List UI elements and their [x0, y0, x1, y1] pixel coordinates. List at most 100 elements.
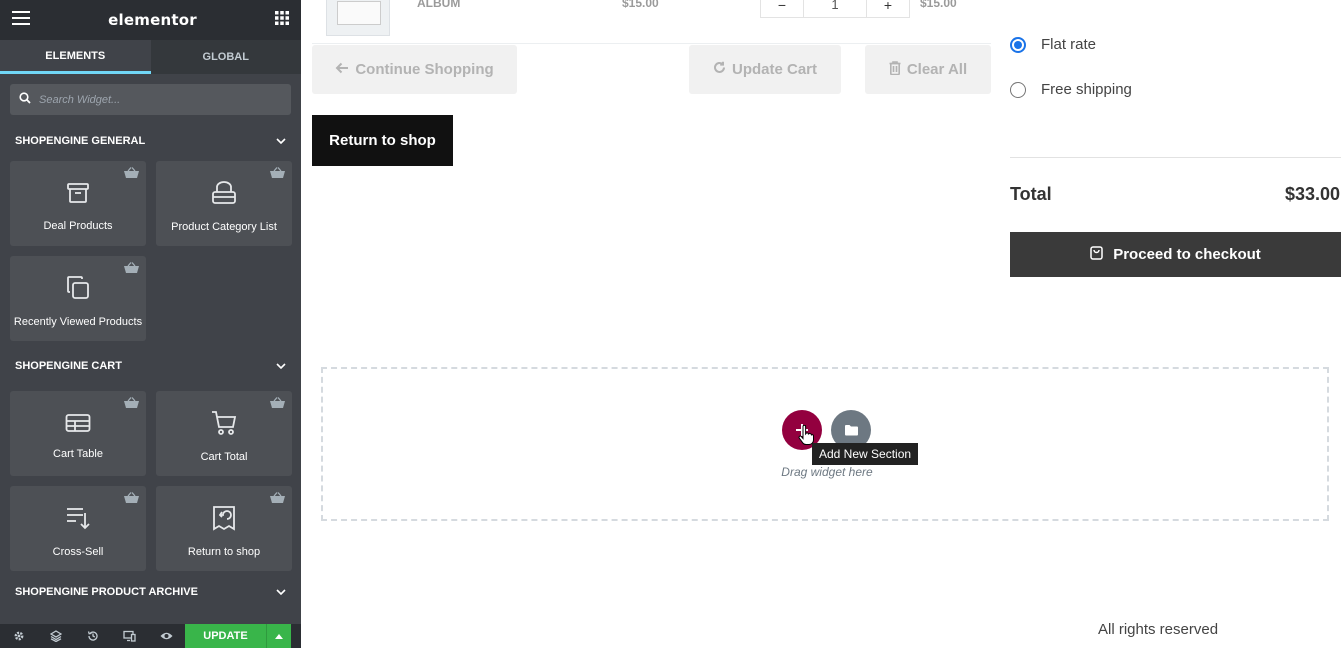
- shipping-option-free-shipping[interactable]: Free shipping: [1010, 67, 1132, 112]
- add-section-dropzone[interactable]: Drag widget here Add New Section: [321, 367, 1329, 521]
- widget-product-category-list[interactable]: Product Category List: [156, 161, 292, 246]
- shopping-cart-icon: [211, 410, 237, 441]
- product-subtotal: $15.00: [920, 0, 957, 10]
- category-label: SHOPENGINE GENERAL: [15, 135, 146, 147]
- widget-cart-table[interactable]: Cart Table: [10, 391, 146, 476]
- caret-up-icon[interactable]: [266, 624, 291, 648]
- widget-recently-viewed-products[interactable]: Recently Viewed Products: [10, 256, 146, 341]
- history-icon[interactable]: [74, 624, 111, 648]
- cart-table-row: ALBUM $15.00 − 1 + $15.00: [312, 0, 991, 44]
- pro-basket-icon: [123, 166, 140, 184]
- archive-box-icon: [66, 181, 90, 210]
- preview-canvas: ALBUM $15.00 − 1 + $15.00 Continue Shopp…: [301, 0, 1341, 648]
- general-widgets-grid: Deal Products Product Category List Rece…: [0, 161, 301, 341]
- product-price: $15.00: [622, 0, 659, 10]
- app: elementor ELEMENTS GLOBAL Search Widget.…: [0, 0, 1341, 648]
- widget-label: Cart Total: [200, 451, 248, 463]
- total-label: Total: [1010, 184, 1052, 204]
- tab-global[interactable]: GLOBAL: [151, 40, 302, 74]
- update-cart-label: Update Cart: [731, 61, 817, 78]
- update-button[interactable]: UPDATE: [185, 624, 266, 648]
- pro-basket-icon: [123, 396, 140, 414]
- panel-tabs: ELEMENTS GLOBAL: [0, 40, 301, 74]
- chevron-down-icon: [276, 586, 286, 598]
- radio-checked[interactable]: [1010, 36, 1026, 53]
- widget-label: Product Category List: [171, 221, 277, 233]
- search-icon: [19, 91, 31, 109]
- clear-all-label: Clear All: [906, 61, 968, 78]
- widget-label: Deal Products: [43, 220, 113, 232]
- shipping-label: Flat rate: [1041, 36, 1097, 53]
- category-shopengine-general[interactable]: SHOPENGINE GENERAL: [0, 125, 301, 157]
- shipping-label: Free shipping: [1041, 81, 1132, 98]
- pro-basket-icon: [269, 166, 286, 184]
- category-label: SHOPENGINE PRODUCT ARCHIVE: [15, 586, 198, 598]
- continue-shopping-label: Continue Shopping: [355, 61, 494, 78]
- folder-icon: [844, 425, 858, 436]
- pro-basket-icon: [269, 396, 286, 414]
- pro-basket-icon: [269, 491, 286, 509]
- widgets-grid-icon[interactable]: [275, 10, 289, 30]
- responsive-mode-icon[interactable]: [111, 624, 148, 648]
- widget-label: Cart Table: [53, 448, 103, 460]
- category-shopengine-cart[interactable]: SHOPENGINE CART: [0, 350, 301, 382]
- refresh-icon: [713, 61, 726, 78]
- hand-pointer-cursor-icon: [798, 424, 814, 450]
- qty-plus-button[interactable]: +: [866, 0, 910, 18]
- stacked-boxes-icon: [211, 180, 237, 211]
- hamburger-menu-icon[interactable]: [12, 10, 30, 30]
- category-shopengine-product-archive[interactable]: SHOPENGINE PRODUCT ARCHIVE: [0, 576, 301, 608]
- sort-list-icon: [65, 505, 91, 536]
- trash-icon: [889, 60, 901, 79]
- return-to-shop-button[interactable]: Return to shop: [312, 115, 453, 166]
- search-wrapper: [0, 74, 301, 125]
- pro-basket-icon: [123, 261, 140, 279]
- receipt-return-icon: [212, 505, 236, 536]
- widget-label: Cross-Sell: [52, 546, 104, 558]
- elementor-logo: elementor: [108, 11, 197, 29]
- widget-deal-products[interactable]: Deal Products: [10, 161, 146, 246]
- product-thumbnail[interactable]: [326, 0, 390, 36]
- widget-cross-sell[interactable]: Cross-Sell: [10, 486, 146, 571]
- radio-unchecked[interactable]: [1010, 81, 1026, 98]
- widget-label: Return to shop: [187, 546, 261, 558]
- search-box: [10, 84, 291, 115]
- editor-panel: elementor ELEMENTS GLOBAL Search Widget.…: [0, 0, 301, 648]
- widget-label: Recently Viewed Products: [13, 316, 143, 328]
- search-input[interactable]: [39, 93, 279, 106]
- quantity-stepper: − 1 +: [760, 0, 910, 18]
- cart-widgets-grid: Cart Table Cart Total Cross-Sell Return …: [0, 391, 301, 571]
- pro-basket-icon: [123, 491, 140, 509]
- shipping-options: Flat rate Free shipping: [1010, 22, 1132, 112]
- copy-icon: [65, 275, 91, 306]
- navigator-layers-icon[interactable]: [37, 624, 74, 648]
- order-total-row: Total $33.00: [1010, 184, 1340, 205]
- qty-minus-button[interactable]: −: [760, 0, 804, 18]
- widget-return-to-shop[interactable]: Return to shop: [156, 486, 292, 571]
- arrow-left-icon: [335, 61, 349, 78]
- proceed-to-checkout-button[interactable]: Proceed to checkout: [1010, 232, 1341, 277]
- table-icon: [65, 413, 91, 438]
- category-label: SHOPENGINE CART: [15, 360, 122, 372]
- update-cart-button[interactable]: Update Cart: [689, 45, 841, 94]
- chevron-down-icon: [276, 360, 286, 372]
- settings-gear-icon[interactable]: [0, 624, 37, 648]
- product-name[interactable]: ALBUM: [417, 0, 460, 10]
- drag-widget-hint: Drag widget here: [781, 465, 873, 479]
- qty-input[interactable]: 1: [804, 0, 866, 18]
- editor-footer: UPDATE: [0, 624, 301, 648]
- preview-eye-icon[interactable]: [148, 624, 185, 648]
- totals-divider: [1010, 157, 1341, 158]
- tab-elements[interactable]: ELEMENTS: [0, 40, 151, 74]
- shipping-option-flat-rate[interactable]: Flat rate: [1010, 22, 1132, 67]
- checkout-label: Proceed to checkout: [1113, 246, 1261, 263]
- footer-copyright: All rights reserved: [1098, 621, 1219, 638]
- widget-cart-total[interactable]: Cart Total: [156, 391, 292, 476]
- clear-all-button[interactable]: Clear All: [865, 45, 991, 94]
- add-new-section-tooltip: Add New Section: [812, 443, 919, 465]
- editor-header: elementor: [0, 0, 301, 40]
- shopping-bag-icon: [1090, 245, 1103, 264]
- chevron-down-icon: [276, 135, 286, 147]
- total-value: $33.00: [1284, 184, 1340, 204]
- continue-shopping-button[interactable]: Continue Shopping: [312, 45, 517, 94]
